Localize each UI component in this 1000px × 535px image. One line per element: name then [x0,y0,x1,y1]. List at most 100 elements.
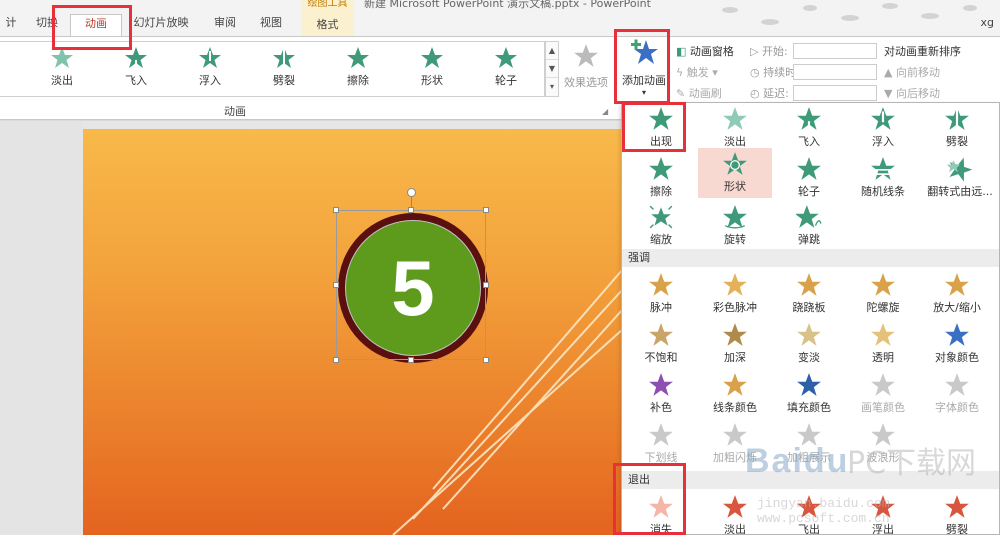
entrance-split[interactable]: 劈裂 [920,103,994,151]
ribbon-tab-bar: 计 切换 动画 幻灯片放映 审阅 视图 绘图工具 格式 新建 Microsoft… [0,0,1000,36]
tab-view[interactable]: 视图 [254,14,288,36]
scroll-down-icon[interactable]: ▼ [546,60,558,78]
resize-handle-n[interactable] [408,207,414,213]
emphasis-star-icon [945,373,969,396]
exit-item[interactable]: 劈裂 [920,491,994,534]
painter-label: 动画刷 [688,87,722,100]
exit-item[interactable]: 浮出 [846,491,920,534]
resize-handle-sw[interactable] [333,357,339,363]
resize-handle-e[interactable] [483,282,489,288]
gallery-float-in[interactable]: 浮入 [180,46,240,94]
exit-star-icon [945,495,969,518]
resize-handle-s[interactable] [408,357,414,363]
gallery-scrollbar[interactable]: ▲ ▼ ▾ [545,41,559,97]
emphasis-item[interactable]: 对象颜色 [920,319,994,367]
exit-item[interactable]: 淡出 [698,491,772,535]
emphasis-item[interactable]: 字体颜色 [920,369,994,417]
entrance-swivel[interactable]: 旋转 [698,201,772,249]
resize-handle-se[interactable] [483,357,489,363]
emphasis-item[interactable]: 加深 [698,319,772,367]
move-earlier-button[interactable]: ▲ 向前移动 [884,62,994,83]
star-float-in-icon [199,47,221,68]
start-select[interactable] [793,43,877,59]
entrance-float-in[interactable]: 浮入 [846,103,920,151]
emphasis-star-icon [871,323,895,346]
slide-thumbnail-pane[interactable] [0,121,83,535]
context-tab-group: 绘图工具 格式 [301,0,354,36]
move-later-button[interactable]: ▼ 向后移动 [884,83,994,104]
dialog-launcher-icon[interactable]: ◢ [602,107,608,116]
gallery-wipe[interactable]: 擦除 [328,46,388,94]
user-name[interactable]: xg [981,16,995,29]
animation-pane-button[interactable]: ◧ 动画窗格 [676,41,746,62]
star-wheel-icon [797,157,821,180]
emphasis-item[interactable]: 加粗闪烁 [698,419,772,467]
exit-label: 飞出 [798,523,820,535]
emphasis-item[interactable]: 放大/缩小 [920,269,994,317]
gallery-shape[interactable]: 形状 [402,46,462,94]
entrance-grow-turn[interactable]: 翻转式由远... [920,153,999,201]
emphasis-item[interactable]: 填充颜色 [772,369,846,417]
emphasis-item[interactable]: 不饱和 [624,319,698,367]
gallery-more-icon[interactable]: ▾ [546,78,558,96]
resize-handle-ne[interactable] [483,207,489,213]
effect-options-button[interactable]: 效果选项 [562,43,610,90]
entrance-zoom[interactable]: 缩放 [624,201,698,249]
animation-painter-button[interactable]: ✎ 动画刷 [676,83,746,104]
gallery-fly-in[interactable]: 飞入 [106,46,166,94]
emphasis-star-icon [649,373,673,396]
gallery-label: 浮入 [199,74,221,87]
entrance-fade[interactable]: 淡出 [698,103,772,151]
tab-design[interactable]: 计 [0,14,22,36]
gallery-fade[interactable]: 淡出 [32,46,92,94]
emphasis-item[interactable]: 透明 [846,319,920,367]
entrance-random-bars[interactable]: 随机线条 [846,153,920,201]
emphasis-item[interactable]: 线条颜色 [698,369,772,417]
selected-shape[interactable]: 5 [333,188,489,363]
trigger-button[interactable]: ϟ 触发 ▾ [676,62,746,83]
entrance-label: 翻转式由远... [927,185,993,198]
duration-row: ◷ 持续时间: [750,62,880,83]
slide-canvas[interactable]: 5 [83,129,623,535]
brush-icon: ✎ [676,87,686,100]
emphasis-item[interactable]: 加粗展示 [772,419,846,467]
resize-handle-w[interactable] [333,282,339,288]
exit-label: 淡出 [724,523,746,535]
emphasis-item[interactable]: 变淡 [772,319,846,367]
entrance-bounce[interactable]: 弹跳 [772,201,846,249]
gallery-wheel[interactable]: 轮子 [476,46,536,94]
gallery-label: 劈裂 [273,74,295,87]
exit-star-icon [871,495,895,518]
emphasis-item[interactable]: 画笔颜色 [846,369,920,417]
entrance-shape[interactable]: 形状 [698,148,772,198]
entrance-fly-in[interactable]: 飞入 [772,103,846,151]
tab-format[interactable]: 格式 [301,16,354,32]
tab-slideshow[interactable]: 幻灯片放映 [128,14,194,36]
emphasis-item[interactable]: 补色 [624,369,698,417]
gallery-split[interactable]: 劈裂 [254,46,314,94]
emphasis-item[interactable]: 彩色脉冲 [698,269,772,317]
exit-item[interactable]: 飞出 [772,491,846,535]
emphasis-item[interactable]: 波浪形 [846,419,920,467]
emphasis-item[interactable]: 脉冲 [624,269,698,317]
scroll-up-icon[interactable]: ▲ [546,42,558,60]
emphasis-item[interactable]: 陀螺旋 [846,269,920,317]
emphasis-item[interactable]: 下划线 [624,419,698,467]
rotate-handle[interactable] [407,188,416,197]
ribbon-group-label: 动画 [224,105,246,118]
entrance-wipe[interactable]: 擦除 [624,153,698,201]
delay-input[interactable] [793,85,877,101]
star-shape-icon [421,47,443,68]
resize-handle-nw[interactable] [333,207,339,213]
emphasis-label: 字体颜色 [935,401,979,414]
lightning-icon: ϟ [676,66,684,79]
emphasis-star-icon [945,323,969,346]
tab-review[interactable]: 审阅 [208,14,242,36]
trigger-label: 触发 [686,66,709,79]
entrance-wheel[interactable]: 轮子 [772,153,846,201]
effect-star-icon [574,44,598,67]
duration-input[interactable] [793,64,877,80]
emphasis-item[interactable]: 跷跷板 [772,269,846,317]
gallery-label: 形状 [421,74,443,87]
emphasis-star-icon [871,373,895,396]
